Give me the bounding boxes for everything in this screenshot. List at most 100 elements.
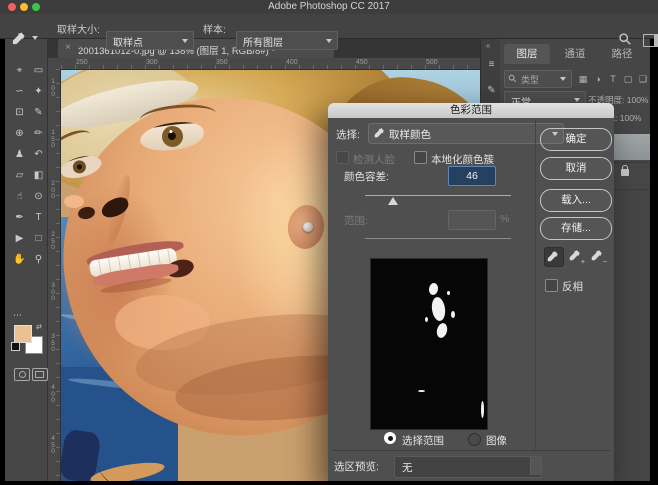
selection-preview-select[interactable]: 无 xyxy=(394,456,542,478)
default-colors-icon[interactable] xyxy=(11,342,20,351)
screen-frame xyxy=(0,38,5,485)
dialog-titlebar[interactable]: 色彩范围 xyxy=(328,103,614,118)
range-slider-track xyxy=(365,238,511,239)
fuzziness-input[interactable]: 46 xyxy=(448,166,496,186)
dialog-separator xyxy=(332,450,610,451)
vertical-ruler: 100150200250300350400450 xyxy=(47,69,61,481)
macos-titlebar: Adobe Photoshop CC 2017 xyxy=(0,0,658,14)
lasso-tool[interactable]: ∽ xyxy=(11,83,28,100)
hand-tool[interactable]: ✋ xyxy=(11,251,28,268)
cancel-button[interactable]: 取消 xyxy=(540,157,612,180)
tab-channels[interactable]: 通道 xyxy=(552,44,598,64)
dialog-body: 选择: 取样颜色 检测人脸 本地化颜色簇 颜色容差: 46 范围: % xyxy=(328,118,614,485)
layer-filter-select[interactable]: 类型 xyxy=(504,70,572,88)
ok-button[interactable]: 确定 xyxy=(540,128,612,151)
detect-faces-checkbox xyxy=(336,151,349,164)
gradient-tool[interactable]: ◧ xyxy=(30,167,47,184)
shape-tool[interactable]: □ xyxy=(30,230,47,247)
brush-tool[interactable]: ✏ xyxy=(30,125,47,142)
crop-tool[interactable]: ⊡ xyxy=(11,104,28,121)
save-button[interactable]: 存储... xyxy=(540,217,612,240)
select-label: 选择: xyxy=(336,127,360,142)
ruler-label: 400 xyxy=(286,59,298,66)
ruler-label: 350 xyxy=(49,334,57,354)
close-tab-icon[interactable]: × xyxy=(65,42,71,53)
chevron-down-icon xyxy=(326,39,332,43)
preview-mask-blob xyxy=(435,322,448,339)
screen-frame xyxy=(0,481,658,485)
ruler-label: 500 xyxy=(426,59,438,66)
range-unit: % xyxy=(500,213,509,225)
foreground-color-swatch[interactable] xyxy=(14,325,32,343)
pen-tool[interactable]: ✒ xyxy=(11,209,28,226)
layer-filter-label: 类型 xyxy=(521,73,539,86)
ruler-label: 400 xyxy=(49,385,57,405)
path-selection-tool[interactable]: ▶ xyxy=(11,230,28,247)
swap-colors-icon[interactable]: ⇄ xyxy=(36,323,42,331)
screen-mode-button[interactable] xyxy=(32,368,48,381)
type-tool[interactable]: T xyxy=(30,209,47,226)
filter-pixel-layers-icon[interactable]: ▦ xyxy=(576,72,590,86)
eyedropper-subtract-button[interactable]: − xyxy=(589,247,607,265)
zoom-tool[interactable]: ⚲ xyxy=(30,251,47,268)
clone-stamp-tool[interactable]: ♟ xyxy=(11,146,28,163)
fuzziness-slider-thumb[interactable] xyxy=(388,197,398,205)
sample-layers-select[interactable]: 所有图层 xyxy=(236,31,338,50)
invert-checkbox[interactable] xyxy=(545,279,558,292)
selection-radio-label: 选择范围 xyxy=(402,433,444,448)
tools-panel: ⌖▭∽✦⊡✎⊕✏♟↶▱◧☝⊙✒T▶□✋⚲ ⋯ ⇄ xyxy=(5,38,48,481)
ruler-label: 150 xyxy=(49,130,57,150)
eraser-tool[interactable]: ▱ xyxy=(11,167,28,184)
localized-clusters-checkbox[interactable] xyxy=(414,151,427,164)
dodge-tool[interactable]: ⊙ xyxy=(30,188,47,205)
brushes-panel-icon[interactable]: ✎ xyxy=(485,84,498,97)
selection-preview-value: 无 xyxy=(402,460,413,475)
image-radio-label: 图像 xyxy=(486,433,507,448)
filter-adjustment-layers-icon[interactable]: ◑ xyxy=(591,72,605,86)
history-brush-tool[interactable]: ↶ xyxy=(30,146,47,163)
fuzziness-label: 颜色容差: xyxy=(344,169,389,184)
ruler-label: 300 xyxy=(49,283,57,303)
tab-layers[interactable]: 图层 xyxy=(504,44,550,64)
fill-value: 100% xyxy=(620,113,642,123)
workspace-icon[interactable] xyxy=(643,34,658,47)
filter-smart-objects-icon[interactable]: ❑ xyxy=(636,72,650,86)
preview-mask-blob xyxy=(447,291,450,295)
preview-mask-blob xyxy=(418,390,425,392)
preview-mask-blob xyxy=(428,282,439,295)
sample-size-select[interactable]: 取样点 xyxy=(106,31,194,50)
fuzziness-slider-track[interactable] xyxy=(365,195,511,196)
ruler-label: 100 xyxy=(49,79,57,99)
collapse-panels-icon[interactable]: « xyxy=(486,41,490,50)
opacity-value: 100% xyxy=(627,95,649,105)
eyedropper-tool[interactable]: ✎ xyxy=(30,104,47,121)
select-stepper-icon xyxy=(530,457,541,475)
app-title: Adobe Photoshop CC 2017 xyxy=(0,1,658,12)
filter-shape-layers-icon[interactable]: ▢ xyxy=(621,72,635,86)
image-radio[interactable] xyxy=(468,433,481,446)
smudge-tool[interactable]: ☝ xyxy=(11,188,28,205)
eyedropper-tool-preset[interactable] xyxy=(12,31,28,47)
selection-radio[interactable] xyxy=(384,432,396,444)
sample-size-label: 取样大小: xyxy=(57,21,100,36)
chevron-down-icon xyxy=(560,77,566,81)
filter-type-layers-icon[interactable]: T xyxy=(606,72,620,86)
select-value: 取样颜色 xyxy=(389,127,431,142)
ruler-label: 350 xyxy=(216,59,228,66)
move-tool[interactable]: ⌖ xyxy=(11,62,28,79)
quick-mask-mode-button[interactable] xyxy=(14,368,30,381)
search-icon[interactable] xyxy=(618,32,634,48)
eyedropper-sample-button[interactable] xyxy=(544,247,564,267)
eyedropper-add-button[interactable]: + xyxy=(567,247,585,265)
photo-earring xyxy=(303,222,313,232)
edit-toolbar-ellipsis[interactable]: ⋯ xyxy=(13,310,22,321)
range-input xyxy=(448,210,496,230)
tool-preset-chevron-icon[interactable] xyxy=(32,36,38,40)
ruler-label: 250 xyxy=(76,59,88,66)
marquee-tool[interactable]: ▭ xyxy=(30,62,47,79)
adjustments-panel-icon[interactable]: ≡ xyxy=(485,58,498,71)
healing-brush-tool[interactable]: ⊕ xyxy=(11,125,28,142)
load-button[interactable]: 载入... xyxy=(540,189,612,212)
quick-selection-tool[interactable]: ✦ xyxy=(30,83,47,100)
preview-mask-blob xyxy=(451,311,455,318)
